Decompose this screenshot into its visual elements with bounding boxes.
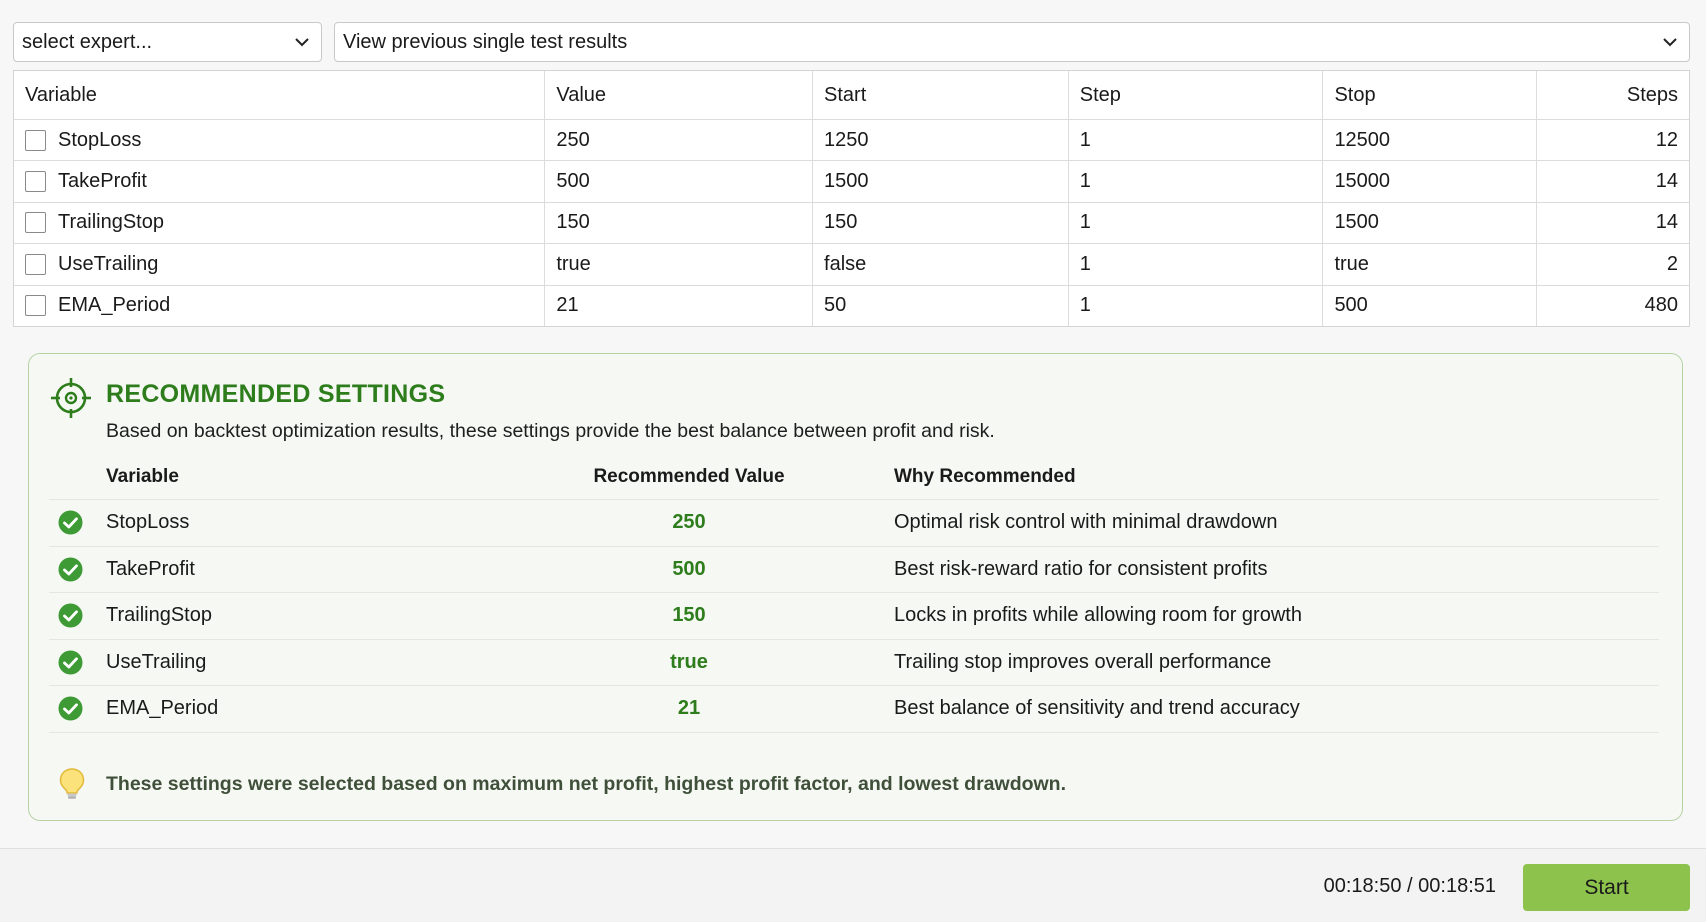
table-header: Variable Value Start Step Stop Steps bbox=[14, 71, 1689, 119]
value-cell[interactable]: 21 bbox=[544, 285, 812, 326]
column-header: Why Recommended bbox=[894, 465, 1076, 487]
recommended-value: 250 bbox=[672, 511, 706, 534]
check-circle-icon bbox=[49, 510, 106, 535]
results-select[interactable]: View previous single test results bbox=[334, 22, 1690, 62]
step-cell[interactable]: 1 bbox=[1067, 161, 1323, 202]
start-cell[interactable]: 150 bbox=[812, 202, 1068, 244]
check-circle-icon bbox=[49, 557, 106, 582]
chevron-down-icon bbox=[293, 33, 311, 51]
table-row[interactable]: EMA_Period 21 50 1 500 480 bbox=[14, 284, 1689, 326]
check-circle-icon bbox=[49, 603, 106, 628]
steps-cell: 14 bbox=[1536, 202, 1689, 244]
table-row[interactable]: UseTrailing true false 1 true 2 bbox=[14, 243, 1689, 285]
table-row: TakeProfit 500 Best risk-reward ratio fo… bbox=[49, 547, 1659, 593]
recommended-value: 500 bbox=[672, 557, 706, 580]
steps-cell: 480 bbox=[1536, 285, 1689, 326]
check-circle-icon bbox=[49, 696, 106, 721]
steps-cell: 14 bbox=[1536, 161, 1689, 202]
variable-name: TakeProfit bbox=[58, 170, 147, 193]
table-row[interactable]: StopLoss 250 1250 1 12500 12 bbox=[14, 119, 1689, 161]
value-cell[interactable]: true bbox=[544, 244, 812, 285]
crosshair-target-icon bbox=[49, 376, 93, 420]
start-button[interactable]: Start bbox=[1523, 864, 1690, 911]
variable-name: TrailingStop bbox=[58, 211, 164, 234]
variables-table: Variable Value Start Step Stop Steps Sto… bbox=[13, 70, 1690, 327]
column-header[interactable]: Value bbox=[544, 71, 812, 119]
column-header[interactable]: Stop bbox=[1322, 71, 1536, 119]
variable-cell: StopLoss bbox=[14, 120, 544, 160]
recommended-value: 21 bbox=[677, 697, 701, 720]
recommended-variable: UseTrailing bbox=[106, 650, 207, 673]
stop-cell[interactable]: 15000 bbox=[1322, 161, 1536, 202]
step-cell[interactable]: 1 bbox=[1067, 202, 1323, 244]
recommended-variable: TrailingStop bbox=[106, 604, 212, 627]
recommended-reason: Locks in profits while allowing room for… bbox=[894, 604, 1302, 627]
variable-cell: TakeProfit bbox=[14, 161, 544, 201]
recommended-table-header: Variable Recommended Value Why Recommend… bbox=[49, 454, 1659, 500]
start-cell[interactable]: 50 bbox=[812, 285, 1068, 326]
footer-bar: 00:18:50 / 00:18:51 Start bbox=[0, 848, 1706, 922]
optimize-checkbox[interactable] bbox=[25, 253, 46, 275]
elapsed-timer: 00:18:50 / 00:18:51 bbox=[1323, 875, 1496, 897]
results-select-value: View previous single test results bbox=[343, 30, 628, 53]
recommended-table: Variable Recommended Value Why Recommend… bbox=[49, 454, 1659, 733]
chevron-down-icon bbox=[1661, 33, 1679, 51]
start-cell[interactable]: 1500 bbox=[812, 161, 1068, 202]
optimize-checkbox[interactable] bbox=[25, 171, 46, 193]
steps-cell: 2 bbox=[1536, 244, 1689, 285]
variable-cell: EMA_Period bbox=[14, 286, 544, 326]
value-cell[interactable]: 150 bbox=[544, 202, 812, 244]
step-cell[interactable]: 1 bbox=[1067, 285, 1323, 326]
step-cell[interactable]: 1 bbox=[1067, 120, 1323, 161]
column-header[interactable]: Steps bbox=[1536, 71, 1689, 119]
recommended-reason: Best risk-reward ratio for consistent pr… bbox=[894, 557, 1268, 580]
recommended-variable: EMA_Period bbox=[106, 697, 219, 720]
column-header[interactable]: Step bbox=[1067, 71, 1323, 119]
optimize-checkbox[interactable] bbox=[25, 212, 46, 234]
table-row: TrailingStop 150 Locks in profits while … bbox=[49, 593, 1659, 640]
column-header[interactable]: Start bbox=[812, 71, 1068, 119]
step-cell[interactable]: 1 bbox=[1067, 244, 1323, 285]
recommended-reason: Best balance of sensitivity and trend ac… bbox=[894, 697, 1300, 720]
recommended-reason: Optimal risk control with minimal drawdo… bbox=[894, 511, 1278, 534]
expert-select[interactable]: select expert... bbox=[13, 22, 322, 62]
variable-cell: TrailingStop bbox=[14, 203, 544, 243]
lightbulb-icon bbox=[57, 767, 87, 801]
value-cell[interactable]: 500 bbox=[544, 161, 812, 202]
recommended-description: Based on backtest optimization results, … bbox=[106, 420, 995, 442]
column-header: Variable bbox=[106, 465, 179, 487]
recommended-reason: Trailing stop improves overall performan… bbox=[894, 650, 1272, 673]
recommended-note: These settings were selected based on ma… bbox=[57, 767, 1066, 801]
steps-cell: 12 bbox=[1536, 120, 1689, 161]
table-row[interactable]: TrailingStop 150 150 1 1500 14 bbox=[14, 201, 1689, 244]
optimize-checkbox[interactable] bbox=[25, 129, 46, 151]
recommended-value: 150 bbox=[672, 604, 706, 627]
recommended-note-text: These settings were selected based on ma… bbox=[106, 772, 1067, 795]
recommended-value: true bbox=[670, 650, 708, 673]
variable-name: UseTrailing bbox=[58, 252, 159, 275]
recommended-variable: TakeProfit bbox=[106, 557, 195, 580]
stop-cell[interactable]: 500 bbox=[1322, 285, 1536, 326]
table-row: UseTrailing true Trailing stop improves … bbox=[49, 640, 1659, 686]
optimize-checkbox[interactable] bbox=[25, 295, 46, 317]
stop-cell[interactable]: 1500 bbox=[1322, 202, 1536, 244]
table-row: EMA_Period 21 Best balance of sensitivit… bbox=[49, 686, 1659, 733]
expert-select-value: select expert... bbox=[22, 30, 153, 53]
variable-cell: UseTrailing bbox=[14, 244, 544, 284]
stop-cell[interactable]: 12500 bbox=[1322, 120, 1536, 161]
start-cell[interactable]: 1250 bbox=[812, 120, 1068, 161]
table-row: StopLoss 250 Optimal risk control with m… bbox=[49, 500, 1659, 547]
check-circle-icon bbox=[49, 650, 106, 675]
recommended-variable: StopLoss bbox=[106, 511, 190, 534]
value-cell[interactable]: 250 bbox=[544, 120, 812, 161]
variable-name: EMA_Period bbox=[58, 294, 171, 317]
start-cell[interactable]: false bbox=[812, 244, 1068, 285]
recommended-title: RECOMMENDED SETTINGS bbox=[106, 380, 446, 408]
variable-name: StopLoss bbox=[58, 128, 142, 151]
recommended-settings-panel: RECOMMENDED SETTINGS Based on backtest o… bbox=[28, 353, 1683, 821]
column-header[interactable]: Variable bbox=[14, 71, 544, 119]
table-row[interactable]: TakeProfit 500 1500 1 15000 14 bbox=[14, 160, 1689, 202]
column-header: Recommended Value bbox=[593, 465, 785, 487]
stop-cell[interactable]: true bbox=[1322, 244, 1536, 285]
